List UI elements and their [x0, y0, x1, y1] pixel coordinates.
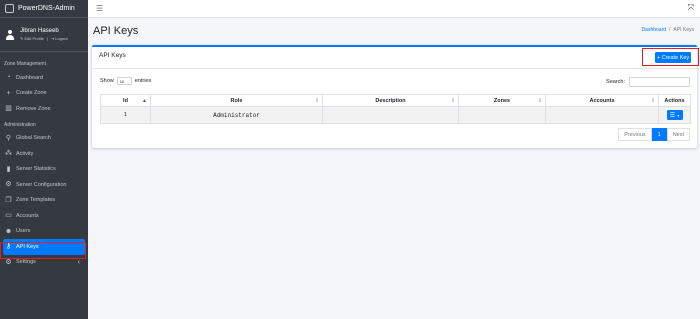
card-header: API Keys + Create Key — [92, 47, 697, 69]
pagination-next[interactable]: Next — [666, 128, 690, 141]
sort-icon: ⇕ — [537, 98, 542, 104]
search-icon: ⚲ — [5, 134, 12, 142]
column-header-zones[interactable]: Zones ⇕ — [458, 94, 546, 107]
activity-icon: ⁂ — [5, 150, 12, 158]
sort-icon: ⇕ — [650, 98, 655, 104]
sidebar-item-label: Server Configuration — [16, 181, 67, 188]
bar-chart-icon: ▮ — [6, 165, 11, 173]
breadcrumb-dashboard-link[interactable]: Dashboard — [642, 27, 666, 33]
pagination-previous[interactable]: Previous — [618, 128, 652, 141]
api-keys-card: API Keys + Create Key Show 10 entries Se… — [92, 45, 697, 148]
logout-link[interactable]: ⇥ Logout — [51, 36, 68, 41]
cell-description — [322, 106, 459, 124]
sidebar-item-activity[interactable]: ⁂ Activity — [0, 146, 88, 162]
row-actions-button[interactable]: ☰ ▾ — [666, 110, 683, 120]
pagination-page[interactable]: 1 — [651, 128, 667, 141]
gear-icon: ⚙ — [5, 258, 12, 266]
gear-icon: ⚙ — [5, 181, 12, 189]
copy-icon: ❐ — [5, 196, 12, 204]
chevron-left-icon: ‹ — [77, 258, 80, 266]
sidebar-item-remove-zone[interactable]: ▥ Remove Zone — [0, 101, 88, 117]
nav-header-admin: Administration — [4, 121, 36, 128]
edit-profile-link[interactable]: ✎ Edit Profile — [20, 36, 44, 41]
entries-label: entries — [134, 78, 152, 84]
sidebar-item-server-configuration[interactable]: ⚙ Server Configuration — [0, 177, 88, 193]
cell-accounts — [545, 106, 659, 124]
sidebar-item-accounts[interactable]: ▭ Accounts — [0, 208, 88, 224]
table-search: Search: — [606, 77, 690, 87]
table-row: 1 Administrator ☰ ▾ — [100, 106, 691, 124]
breadcrumb-current: API Keys — [673, 27, 694, 33]
sidebar-item-label: Dashboard — [16, 74, 43, 81]
breadcrumb: Dashboard / API Keys — [642, 27, 694, 33]
column-header-actions: Actions — [658, 94, 691, 107]
sidebar-item-label: Users — [16, 228, 31, 235]
sidebar-item-label: Create Zone — [16, 90, 47, 97]
trash-icon: ▥ — [5, 105, 12, 113]
sidebar-item-server-statistics[interactable]: ▮ Server Statistics — [0, 162, 88, 178]
create-key-button[interactable]: + Create Key — [655, 52, 691, 63]
column-header-role[interactable]: Role ⇕ — [150, 94, 323, 107]
sort-icon: ⇕ — [314, 98, 319, 104]
page-title: API Keys — [93, 25, 139, 37]
dashboard-icon: ◔ — [6, 74, 11, 82]
sidebar-item-label: Accounts — [16, 212, 39, 219]
cell-zones — [458, 106, 546, 124]
sidebar-item-label: Activity — [16, 150, 34, 157]
sidebar-item-label: API Keys — [16, 243, 39, 250]
search-label: Search: — [606, 79, 625, 85]
key-icon: ⚷ — [5, 243, 12, 251]
sidebar-item-dashboard[interactable]: ◔ Dashboard — [0, 70, 88, 86]
show-label: Show — [100, 78, 114, 84]
sidebar-item-zone-templates[interactable]: ❐ Zone Templates — [0, 193, 88, 209]
sort-icon: ⇕ — [450, 98, 455, 104]
sort-asc-icon: ▲ — [142, 98, 147, 104]
sidebar: PowerDNS-Admin Jibran Haseeb ✎ Edit Prof… — [0, 0, 88, 319]
nav-header-zone: Zone Management — [4, 61, 46, 67]
app-title: PowerDNS-Admin — [18, 5, 75, 12]
sidebar-item-global-search[interactable]: ⚲ Global Search — [0, 131, 88, 147]
cell-id: 1 — [100, 106, 151, 124]
id-card-icon: ▭ — [5, 212, 12, 220]
sidebar-item-label: Settings — [16, 259, 36, 266]
column-header-accounts[interactable]: Accounts ⇕ — [545, 94, 659, 107]
fullscreen-icon[interactable]: ⤧ — [688, 3, 694, 13]
user-panel: Jibran Haseeb ✎ Edit Profile | ⇥ Logout — [0, 18, 88, 52]
cell-actions: ☰ ▾ — [658, 106, 691, 124]
sidebar-item-label: Remove Zone — [16, 105, 51, 112]
entries-length-control: Show 10 entries — [100, 77, 151, 85]
menu-toggle-icon[interactable]: ☰ — [96, 4, 103, 13]
list-icon: ☰ — [669, 112, 676, 119]
sidebar-item-create-zone[interactable]: + Create Zone — [0, 86, 88, 102]
cell-role: Administrator — [150, 106, 323, 124]
column-header-description[interactable]: Description ⇕ — [322, 94, 459, 107]
entries-select[interactable]: 10 — [116, 77, 132, 85]
logo-icon — [5, 4, 14, 13]
user-name: Jibran Haseeb — [20, 28, 59, 34]
caret-down-icon: ▾ — [677, 112, 680, 118]
link-divider: | — [46, 36, 48, 41]
search-input[interactable] — [629, 77, 690, 87]
card-title: API Keys — [99, 52, 126, 59]
sidebar-item-label: Server Statistics — [16, 166, 56, 173]
users-icon: ☻ — [4, 227, 13, 235]
column-header-id[interactable]: Id ▲ — [100, 94, 151, 107]
api-keys-table: Id ▲ Role ⇕ Description ⇕ Zones ⇕ Accounts ⇕ … — [100, 94, 691, 124]
pagination: Previous 1 Next — [618, 128, 690, 141]
sidebar-item-users[interactable]: ☻ Users — [0, 224, 88, 240]
plus-icon: + — [6, 89, 11, 97]
sidebar-item-api-keys[interactable]: ⚷ API Keys — [3, 239, 85, 255]
brand[interactable]: PowerDNS-Admin — [0, 0, 88, 18]
user-icon — [6, 29, 14, 40]
top-navbar: ☰ ⤧ — [88, 0, 700, 18]
sidebar-item-label: Zone Templates — [16, 197, 56, 204]
breadcrumb-separator: / — [669, 27, 671, 33]
sidebar-item-settings[interactable]: ⚙ Settings ‹ — [0, 255, 88, 271]
sidebar-item-label: Global Search — [16, 135, 51, 142]
